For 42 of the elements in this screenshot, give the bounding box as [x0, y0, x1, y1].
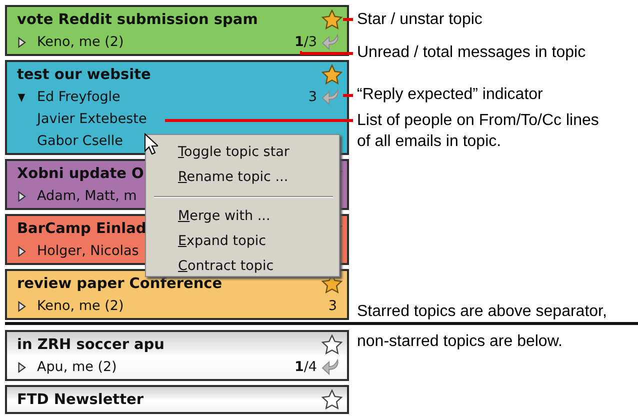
expand-triangle-icon[interactable]	[17, 36, 26, 48]
topic-title: test our website	[17, 67, 151, 83]
people-list: Gabor Cselle	[37, 133, 123, 149]
message-count: 3	[308, 89, 317, 105]
callout-text: Star / unstar topic	[357, 10, 482, 30]
menu-item[interactable]: Expand topic	[146, 229, 339, 254]
people-list: Holger, Nicolas	[37, 243, 139, 259]
star-icon[interactable]	[321, 334, 343, 356]
people-list: Ed Freyfogle	[37, 89, 120, 105]
callout-text: “Reply expected” indicator	[357, 85, 543, 105]
people-list: Keno, me (2)	[37, 34, 124, 50]
expand-triangle-icon[interactable]	[17, 362, 26, 372]
topic-title: FTD Newsletter	[17, 392, 144, 408]
message-count: 1/3	[294, 34, 317, 50]
expand-triangle-icon[interactable]	[17, 92, 26, 102]
expand-triangle-icon[interactable]	[17, 246, 26, 256]
topic-title: vote Reddit submission spam	[17, 12, 258, 28]
topic-card[interactable]: FTD Newsletter	[5, 385, 349, 414]
topic-title: Xobni update O	[17, 166, 144, 182]
expand-triangle-icon[interactable]	[17, 190, 26, 202]
menu-item[interactable]: Rename topic ...	[146, 165, 339, 190]
star-icon[interactable]	[321, 389, 343, 411]
people-list: Javier Extebeste	[37, 111, 147, 127]
topic-card[interactable]: in ZRH soccer apu Apu, me (2) 1/4	[5, 330, 349, 381]
callout-text: List of people on From/To/Cc lines of all emails in topic.	[357, 111, 600, 152]
callout-text: non-starred topics are below.	[357, 332, 562, 352]
people-list: Apu, me (2)	[37, 359, 117, 375]
topic-title: BarCamp Einlad	[17, 221, 146, 237]
topic-card[interactable]: vote Reddit submission spam Keno, me (2) 1/3	[5, 5, 349, 56]
callout-text: Starred topics are above separator,	[357, 302, 607, 322]
message-count: 3	[328, 298, 337, 314]
people-list: Adam, Matt, m	[37, 188, 137, 204]
mouse-cursor-icon	[144, 133, 158, 155]
topic-title: in ZRH soccer apu	[17, 337, 165, 353]
star-icon[interactable]	[321, 9, 343, 31]
menu-item[interactable]: Merge with ...	[146, 204, 339, 229]
expand-triangle-icon[interactable]	[17, 300, 26, 312]
message-count: 1/4	[294, 359, 317, 375]
topic-title: review paper Conference	[17, 276, 222, 292]
people-list: Keno, me (2)	[37, 298, 124, 314]
callout-text: Unread / total messages in topic	[357, 43, 586, 63]
star-icon[interactable]	[321, 64, 343, 86]
